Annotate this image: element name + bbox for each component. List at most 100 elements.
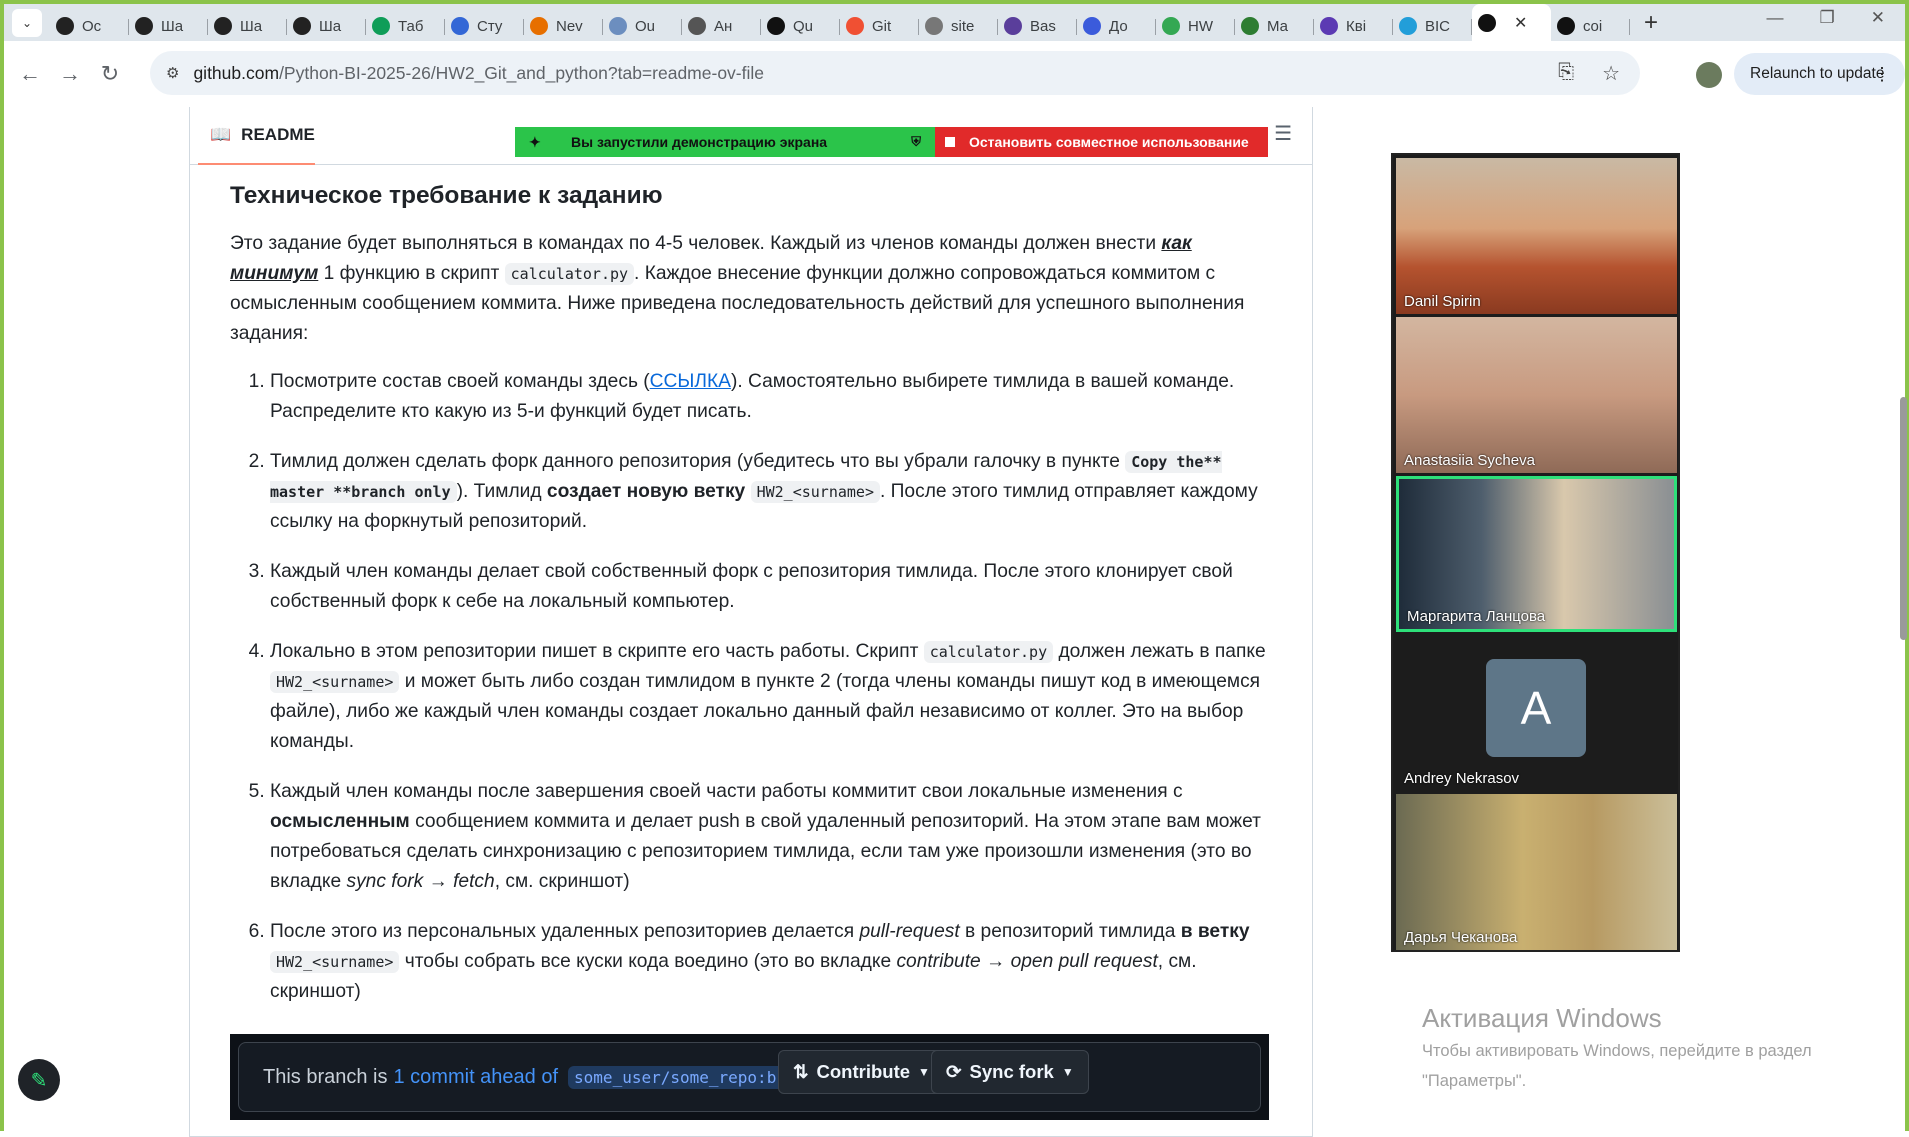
bold-text: в ветку	[1180, 921, 1250, 942]
intro-paragraph: Это задание будет выполняться в командах…	[230, 229, 1270, 349]
fork-status-screenshot: This branch is 1 commit ahead of some_us…	[230, 1034, 1269, 1120]
scroll-thumb[interactable]	[1900, 397, 1907, 640]
page-content: 📖 README ☰ Техническое требование к зада…	[4, 107, 1905, 1137]
tab-title: Ша	[319, 17, 342, 35]
text: ). Тимлид	[456, 481, 547, 502]
participant-avatar: A	[1486, 659, 1586, 757]
participant-name: Andrey Nekrasov	[1404, 770, 1520, 787]
bookmark-star-icon[interactable]: ☆	[1602, 61, 1620, 86]
install-app-icon[interactable]: ⎘	[1558, 61, 1574, 86]
globe-icon	[688, 17, 706, 35]
git-icon	[846, 17, 864, 35]
browser-tab[interactable]: Кві	[1314, 11, 1393, 41]
team-list-link[interactable]: ССЫЛКА	[650, 371, 731, 392]
relaunch-button[interactable]: Relaunch to update ⋮	[1734, 53, 1905, 95]
tab-title: Bas	[1030, 17, 1056, 35]
frame-icon	[451, 17, 469, 35]
list-item: Локально в этом репозитории пишет в скри…	[270, 637, 1270, 757]
italic-text: contribute → open pull request	[896, 951, 1158, 972]
browser-tab[interactable]: Nev	[524, 11, 603, 41]
browser-tab[interactable]: Ша	[287, 11, 366, 41]
menu-dots-icon[interactable]: ⋮	[1873, 64, 1891, 85]
tab-title: До	[1109, 17, 1128, 35]
participant-name: Маргарита Ланцова	[1407, 608, 1546, 625]
browser-tab[interactable]: Сту	[445, 11, 524, 41]
text: чтобы собрать все куски кода воедино (эт…	[399, 951, 897, 972]
inline-code: calculator.py	[504, 263, 635, 285]
participant-name: Дарья Чеканова	[1404, 929, 1518, 946]
page-scrollbar[interactable]	[1899, 107, 1909, 1131]
list-item: Тимлид должен сделать форк данного репоз…	[270, 447, 1270, 537]
screen-share-banner: ✦ Вы запустили демонстрацию экрана ⛨ Ост…	[515, 127, 1268, 157]
globe-icon	[925, 17, 943, 35]
fork-status-bar: This branch is 1 commit ahead of some_us…	[238, 1042, 1261, 1112]
telegram-icon	[1399, 17, 1417, 35]
stop-sharing-button[interactable]: Остановить совместное использование	[935, 127, 1268, 157]
browser-tab[interactable]: HW	[1156, 11, 1235, 41]
tab-title: Ou	[635, 17, 656, 35]
readme-body: Техническое требование к заданию Это зад…	[230, 179, 1270, 1027]
back-icon[interactable]: ←	[10, 61, 50, 87]
browser-tab[interactable]: Ос	[50, 11, 129, 41]
close-tab-icon[interactable]: ✕	[1514, 13, 1527, 33]
participant-tile[interactable]: A Andrey Nekrasov	[1396, 635, 1677, 791]
tab-search-menu-icon[interactable]: ⌄	[12, 8, 42, 37]
text: После этого из персональных удаленных ре…	[270, 921, 860, 942]
list-item: После этого из персональных удаленных ре…	[270, 917, 1270, 1007]
outline-list-icon[interactable]: ☰	[1274, 121, 1292, 146]
sync-fork-label: Sync fork	[969, 1061, 1054, 1082]
site-info-icon[interactable]: ⚙	[166, 64, 179, 82]
url-path: /Python-BI-2025-26/HW2_Git_and_python?ta…	[279, 62, 764, 83]
commits-ahead-link: 1 commit ahead of	[393, 1065, 559, 1088]
participant-tile[interactable]: Дарья Чеканова	[1396, 794, 1677, 950]
inline-code: HW2_<surname>	[270, 671, 400, 693]
openai-icon	[56, 17, 74, 35]
minimize-icon[interactable]: —	[1767, 8, 1784, 28]
reload-icon[interactable]: ↻	[90, 61, 130, 87]
tab-title: BIC	[1425, 17, 1451, 35]
browser-tab[interactable]: Таб	[366, 11, 445, 41]
share-status-text: Вы запустили демонстрацию экрана	[571, 134, 828, 150]
list-item: Каждый член команды после завершения сво…	[270, 777, 1270, 897]
readme-tab-label: README	[241, 125, 315, 144]
section-heading: Техническое требование к заданию	[230, 182, 663, 209]
address-bar[interactable]: ⚙ github.com/Python-BI-2025-26/HW2_Git_a…	[150, 51, 1640, 95]
browser-tab[interactable]: Git	[840, 11, 919, 41]
text: 1 функцию в скрипт	[318, 263, 505, 284]
browser-tab[interactable]: BIC	[1393, 11, 1472, 41]
forward-icon[interactable]: →	[50, 61, 90, 87]
participant-tile[interactable]: Anastasiia Sycheva	[1396, 317, 1677, 473]
text: в репозиторий тимлида	[959, 921, 1181, 942]
github-icon	[1478, 13, 1496, 32]
wikipedia-icon	[767, 17, 785, 35]
text: Локально в этом репозитории пишет в скри…	[270, 641, 924, 662]
new-tab-button[interactable]: +	[1644, 9, 1658, 37]
browser-tab[interactable]: Qu	[761, 11, 840, 41]
drive-icon	[1162, 17, 1180, 35]
browser-tab[interactable]: Bas	[998, 11, 1077, 41]
close-window-icon[interactable]: ✕	[1871, 8, 1885, 28]
window-controls: — ❐ ✕	[1767, 8, 1886, 28]
browser-tab[interactable]: Ан	[682, 11, 761, 41]
browser-tab[interactable]: ✕	[1472, 4, 1551, 41]
browser-tab[interactable]: Ма	[1235, 11, 1314, 41]
annotate-pen-icon[interactable]: ✎	[18, 1059, 60, 1101]
participant-tile[interactable]: Danil Spirin	[1396, 158, 1677, 314]
browser-tab[interactable]: site	[919, 11, 998, 41]
browser-tab[interactable]: До	[1077, 11, 1156, 41]
tab-title: Ша	[240, 17, 263, 35]
browser-tab[interactable]: coi	[1551, 11, 1630, 41]
mathway-icon	[1241, 17, 1259, 35]
profile-avatar[interactable]	[1696, 62, 1722, 88]
readme-tab[interactable]: 📖 README	[198, 107, 315, 165]
browser-tab[interactable]: Ша	[208, 11, 287, 41]
tab-title: Ша	[161, 17, 184, 35]
browser-tab[interactable]: Ou	[603, 11, 682, 41]
inline-code: calculator.py	[923, 641, 1054, 663]
browser-tab[interactable]: Ша	[129, 11, 208, 41]
participant-tile-active-speaker[interactable]: Маргарита Ланцова	[1396, 476, 1677, 632]
maximize-icon[interactable]: ❐	[1820, 8, 1835, 28]
java-icon	[530, 17, 548, 35]
share-status: ✦ Вы запустили демонстрацию экрана ⛨	[515, 127, 935, 157]
windows-activation-watermark: Активация Windows Чтобы активировать Win…	[1422, 1003, 1812, 1094]
